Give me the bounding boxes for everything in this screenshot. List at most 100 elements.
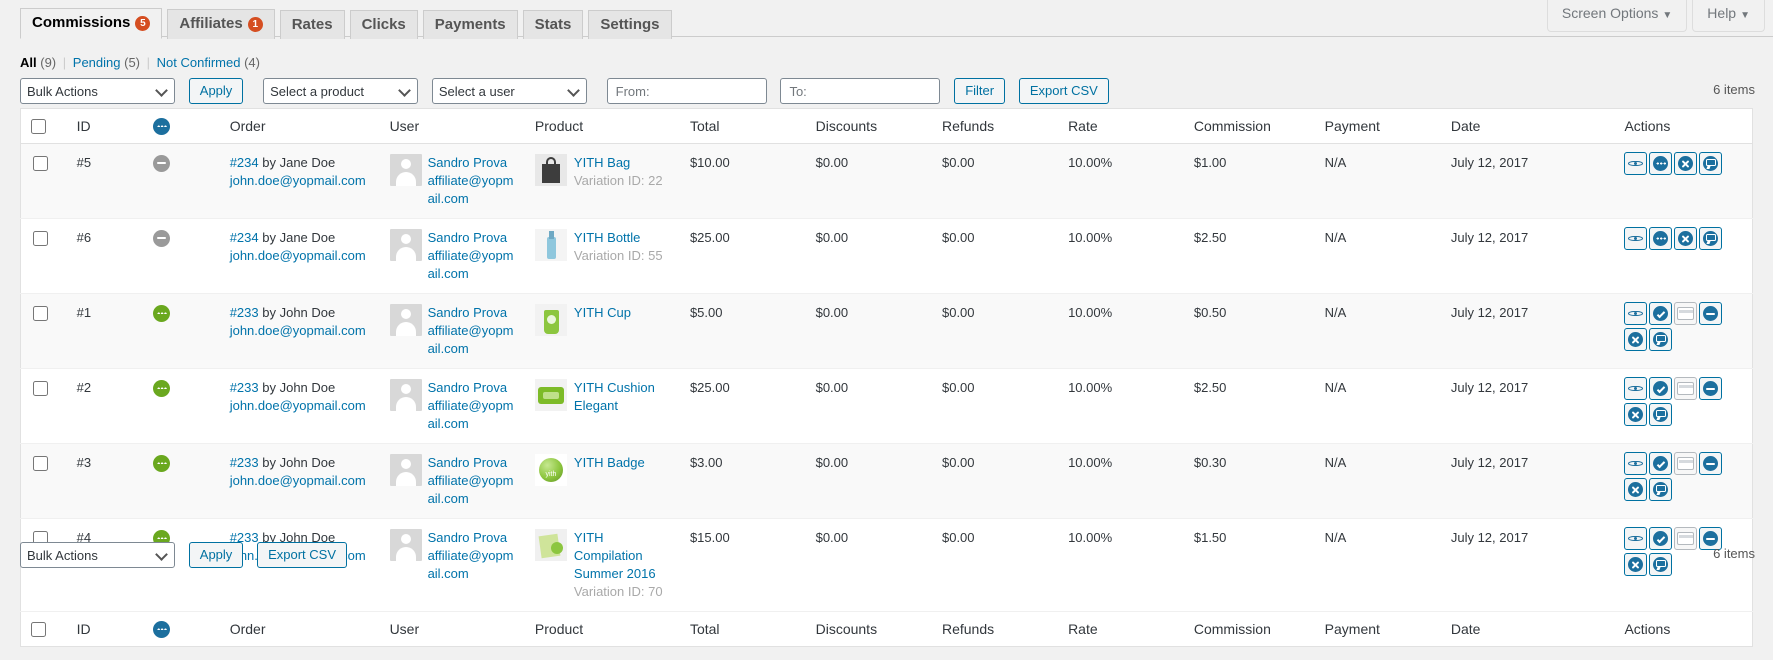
date-from-input[interactable] bbox=[606, 78, 767, 104]
action-cancel-button[interactable] bbox=[1624, 327, 1648, 351]
row-checkbox[interactable] bbox=[33, 155, 48, 171]
column-header-rate[interactable]: Rate bbox=[1058, 108, 1184, 144]
order-link[interactable]: #234 bbox=[230, 230, 259, 245]
tab-affiliates[interactable]: Affiliates 1 bbox=[167, 9, 275, 39]
apply-button[interactable]: Apply bbox=[188, 78, 244, 104]
cancel-icon bbox=[1625, 329, 1646, 350]
order-email-link[interactable]: john.doe@yopmail.com bbox=[230, 397, 370, 415]
action-minus-button[interactable] bbox=[1699, 451, 1723, 475]
action-eye-button[interactable] bbox=[1624, 451, 1648, 475]
column-footer-date[interactable]: Date bbox=[1440, 611, 1615, 647]
export-csv-button-top[interactable]: Export CSV bbox=[1018, 78, 1109, 104]
date-to-input[interactable] bbox=[780, 78, 941, 104]
column-footer-rate[interactable]: Rate bbox=[1058, 611, 1184, 647]
row-checkbox[interactable] bbox=[33, 380, 48, 396]
row-checkbox[interactable] bbox=[33, 455, 48, 471]
action-note-button[interactable] bbox=[1649, 477, 1673, 501]
action-eye-button[interactable] bbox=[1624, 376, 1648, 400]
select-all-checkbox-top[interactable] bbox=[31, 119, 46, 135]
action-confirm-button[interactable] bbox=[1649, 376, 1673, 400]
filter-link-all[interactable]: All bbox=[20, 55, 37, 70]
column-footer-commission[interactable]: Commission bbox=[1183, 611, 1315, 647]
user-email-link[interactable]: affiliate@yopmail.com bbox=[428, 323, 514, 356]
column-header-order[interactable]: Order bbox=[219, 108, 380, 144]
user-name-link[interactable]: Sandro Prova bbox=[428, 155, 508, 170]
tab-payments[interactable]: Payments bbox=[422, 10, 518, 39]
user-name-link[interactable]: Sandro Prova bbox=[428, 230, 508, 245]
product-link[interactable]: YITH Compilation Summer 2016 bbox=[574, 530, 656, 581]
action-confirm-button[interactable] bbox=[1649, 301, 1673, 325]
action-eye-button[interactable] bbox=[1624, 526, 1648, 550]
order-link[interactable]: #233 bbox=[230, 455, 259, 470]
tab-rates[interactable]: Rates bbox=[279, 10, 345, 39]
action-note-button[interactable] bbox=[1699, 226, 1723, 250]
column-footer-order[interactable]: Order bbox=[219, 611, 380, 647]
order-email-link[interactable]: john.doe@yopmail.com bbox=[230, 172, 370, 190]
column-footer-product[interactable]: Product bbox=[524, 611, 680, 647]
filter-link-pending[interactable]: Pending bbox=[73, 55, 121, 70]
action-dots-button[interactable] bbox=[1649, 226, 1673, 250]
product-link[interactable]: YITH Cushion Elegant bbox=[574, 380, 655, 413]
user-select[interactable]: Select a user bbox=[431, 78, 587, 104]
action-minus-button[interactable] bbox=[1699, 301, 1723, 325]
apply-button-bottom[interactable]: Apply bbox=[188, 542, 244, 568]
action-cancel-button[interactable] bbox=[1674, 151, 1698, 175]
order-email-link[interactable]: john.doe@yopmail.com bbox=[230, 247, 370, 265]
select-all-checkbox-bottom[interactable] bbox=[31, 622, 46, 638]
column-header-commission[interactable]: Commission bbox=[1183, 108, 1315, 144]
user-email-link[interactable]: affiliate@yopmail.com bbox=[428, 473, 514, 506]
user-name-link[interactable]: Sandro Prova bbox=[428, 530, 508, 545]
column-header-user[interactable]: User bbox=[379, 108, 525, 144]
action-minus-button[interactable] bbox=[1699, 376, 1723, 400]
cancel-icon bbox=[1625, 554, 1646, 575]
action-cancel-button[interactable] bbox=[1624, 402, 1648, 426]
bulk-actions-select[interactable]: Bulk Actions bbox=[20, 78, 175, 104]
user-email-link[interactable]: affiliate@yopmail.com bbox=[428, 548, 514, 581]
column-header-date[interactable]: Date bbox=[1440, 108, 1615, 144]
column-footer-user[interactable]: User bbox=[379, 611, 525, 647]
action-note-button[interactable] bbox=[1699, 151, 1723, 175]
action-cancel-button[interactable] bbox=[1624, 552, 1648, 576]
action-dots-button[interactable] bbox=[1649, 151, 1673, 175]
action-note-button[interactable] bbox=[1649, 552, 1673, 576]
row-checkbox[interactable] bbox=[33, 305, 48, 321]
tab-label: Stats bbox=[534, 16, 572, 33]
user-email-link[interactable]: affiliate@yopmail.com bbox=[428, 248, 514, 281]
tab-clicks[interactable]: Clicks bbox=[349, 10, 418, 39]
tab-commissions[interactable]: Commissions 5 bbox=[20, 8, 163, 39]
user-name-link[interactable]: Sandro Prova bbox=[428, 380, 508, 395]
action-note-button[interactable] bbox=[1649, 402, 1673, 426]
action-confirm-button[interactable] bbox=[1649, 526, 1673, 550]
product-select[interactable]: Select a product bbox=[263, 78, 419, 104]
order-link[interactable]: #234 bbox=[230, 155, 259, 170]
user-name-link[interactable]: Sandro Prova bbox=[428, 305, 508, 320]
filter-link-not-confirmed[interactable]: Not Confirmed bbox=[157, 55, 241, 70]
action-cancel-button[interactable] bbox=[1674, 226, 1698, 250]
column-header-product[interactable]: Product bbox=[524, 108, 680, 144]
product-link[interactable]: YITH Bottle bbox=[574, 230, 640, 245]
action-note-button[interactable] bbox=[1649, 327, 1673, 351]
action-confirm-button[interactable] bbox=[1649, 451, 1673, 475]
order-email-link[interactable]: john.doe@yopmail.com bbox=[230, 322, 370, 340]
cell-rate: 10.00% bbox=[1058, 293, 1184, 368]
action-eye-button[interactable] bbox=[1624, 301, 1648, 325]
order-link[interactable]: #233 bbox=[230, 380, 259, 395]
user-email-link[interactable]: affiliate@yopmail.com bbox=[428, 398, 514, 431]
user-email-link[interactable]: affiliate@yopmail.com bbox=[428, 173, 514, 206]
tab-settings[interactable]: Settings bbox=[588, 10, 672, 39]
order-link[interactable]: #233 bbox=[230, 305, 259, 320]
filter-button[interactable]: Filter bbox=[954, 78, 1006, 104]
product-link[interactable]: YITH Badge bbox=[574, 455, 645, 470]
product-link[interactable]: YITH Bag bbox=[574, 155, 630, 170]
product-link[interactable]: YITH Cup bbox=[574, 305, 631, 320]
user-name-link[interactable]: Sandro Prova bbox=[428, 455, 508, 470]
action-eye-button[interactable] bbox=[1624, 226, 1648, 250]
action-eye-button[interactable] bbox=[1624, 151, 1648, 175]
table-row: #3 #233 by John Doe john.doe@yopmail.com Sa… bbox=[20, 443, 1753, 519]
order-email-link[interactable]: john.doe@yopmail.com bbox=[230, 472, 370, 490]
bulk-actions-select-bottom[interactable]: Bulk Actions bbox=[20, 542, 175, 568]
row-checkbox[interactable] bbox=[33, 230, 48, 246]
tab-stats[interactable]: Stats bbox=[522, 10, 584, 39]
action-cancel-button[interactable] bbox=[1624, 477, 1648, 501]
export-csv-button-bottom[interactable]: Export CSV bbox=[257, 542, 348, 568]
